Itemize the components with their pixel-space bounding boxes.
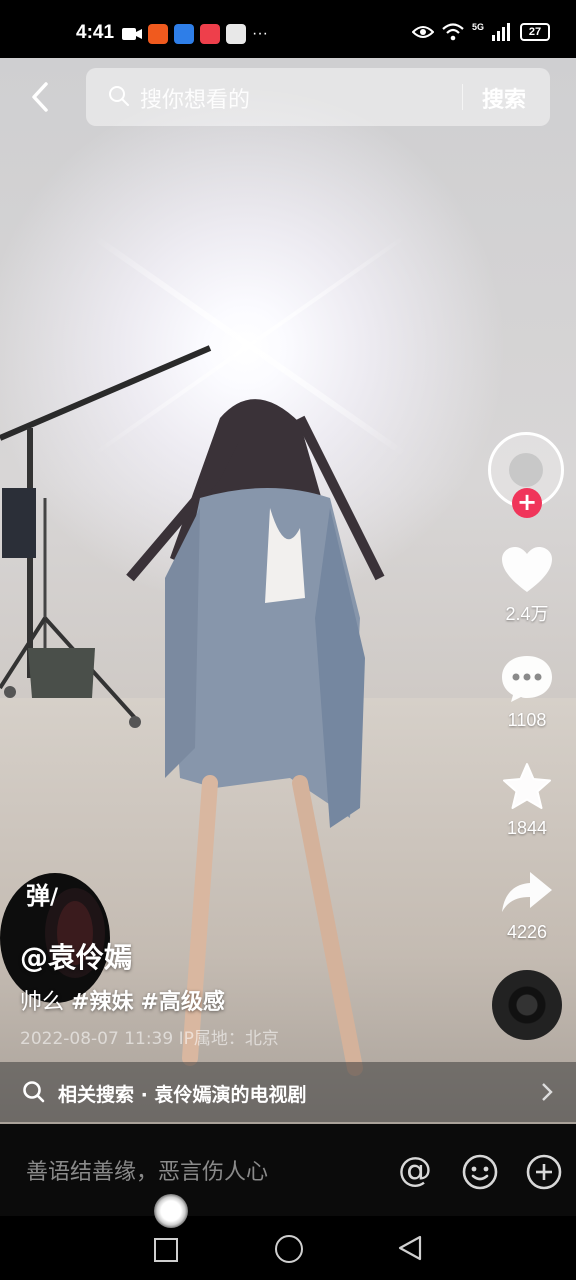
more-notifications-icon: ··· bbox=[252, 25, 268, 42]
chevron-right-icon bbox=[542, 1083, 553, 1101]
app-notification-icon-3 bbox=[200, 24, 220, 44]
app-notification-icon-1 bbox=[148, 24, 168, 44]
comment-button[interactable]: 1108 bbox=[490, 654, 564, 731]
share-arrow-icon bbox=[502, 872, 552, 912]
back-nav-button[interactable] bbox=[398, 1235, 422, 1261]
search-icon bbox=[23, 1081, 45, 1103]
related-search-label: 相关搜索 · 袁伶嫣演的电视剧 bbox=[58, 1084, 307, 1106]
share-button[interactable]: 4226 bbox=[490, 868, 564, 943]
post-date: 2022-08-07 11:39 bbox=[20, 1029, 174, 1049]
like-button[interactable]: 2.4万 bbox=[490, 546, 564, 626]
comment-icon bbox=[502, 656, 552, 702]
star-icon bbox=[503, 763, 551, 809]
status-time: 4:41 bbox=[76, 22, 115, 43]
hashtag-link[interactable]: #辣妹 bbox=[71, 990, 133, 1015]
favorite-button[interactable]: 1844 bbox=[490, 762, 564, 839]
status-system-icons: 5G 27 bbox=[411, 22, 550, 42]
status-bar: 4:41 ··· 5G 27 bbox=[0, 0, 576, 58]
comment-bar: 善语结善缘，恶言伤人心 @ bbox=[0, 1124, 576, 1216]
add-icon[interactable] bbox=[526, 1154, 562, 1190]
comment-count: 1108 bbox=[507, 710, 547, 730]
back-button[interactable] bbox=[26, 80, 56, 114]
signal-icon bbox=[492, 23, 510, 41]
search-bar[interactable]: 搜你想看的 搜索 bbox=[86, 68, 550, 126]
related-search-bar[interactable]: 相关搜索 · 袁伶嫣演的电视剧 bbox=[0, 1062, 576, 1122]
avatar-image bbox=[509, 453, 543, 487]
status-notification-icons: ··· bbox=[122, 24, 268, 44]
eye-icon bbox=[411, 26, 434, 38]
emoji-icon[interactable] bbox=[462, 1154, 498, 1190]
hashtag-link[interactable]: #高级感 bbox=[140, 990, 224, 1015]
music-disc-icon[interactable] bbox=[492, 970, 562, 1040]
comment-input[interactable]: 善语结善缘，恶言伤人心 bbox=[26, 1154, 268, 1186]
like-count: 2.4万 bbox=[505, 604, 549, 624]
search-input[interactable]: 搜你想看的 bbox=[140, 82, 250, 114]
danmaku-slash-icon: / bbox=[50, 885, 59, 910]
author-name[interactable]: @袁伶嫣 bbox=[20, 936, 132, 976]
assistant-orb-icon[interactable] bbox=[154, 1194, 188, 1228]
video-caption: 帅么 #辣妹 #高级感 bbox=[20, 984, 225, 1016]
danmaku-label: 弹 bbox=[26, 882, 50, 910]
follow-button[interactable]: + bbox=[512, 488, 542, 518]
danmaku-button[interactable]: 弹/ bbox=[26, 876, 58, 911]
recent-apps-button[interactable] bbox=[154, 1238, 178, 1262]
network-type: 5G bbox=[471, 22, 484, 32]
heart-icon bbox=[502, 547, 552, 592]
battery-indicator: 27 bbox=[520, 23, 550, 41]
app-notification-icon-2 bbox=[174, 24, 194, 44]
caption-text: 帅么 bbox=[20, 990, 65, 1015]
search-icon bbox=[109, 86, 129, 106]
ip-location: IP属地：北京 bbox=[178, 1029, 279, 1049]
search-divider bbox=[462, 84, 463, 110]
wifi-icon bbox=[442, 23, 464, 41]
video-meta: 2022-08-07 11:39 IP属地：北京 bbox=[20, 1024, 279, 1049]
share-count: 4226 bbox=[506, 922, 548, 942]
home-button[interactable] bbox=[275, 1235, 303, 1263]
mention-button[interactable]: @ bbox=[398, 1150, 432, 1190]
app-notification-icon-4 bbox=[226, 24, 246, 44]
search-button[interactable]: 搜索 bbox=[482, 82, 526, 114]
video-camera-icon bbox=[122, 28, 142, 40]
favorite-count: 1844 bbox=[506, 818, 548, 838]
